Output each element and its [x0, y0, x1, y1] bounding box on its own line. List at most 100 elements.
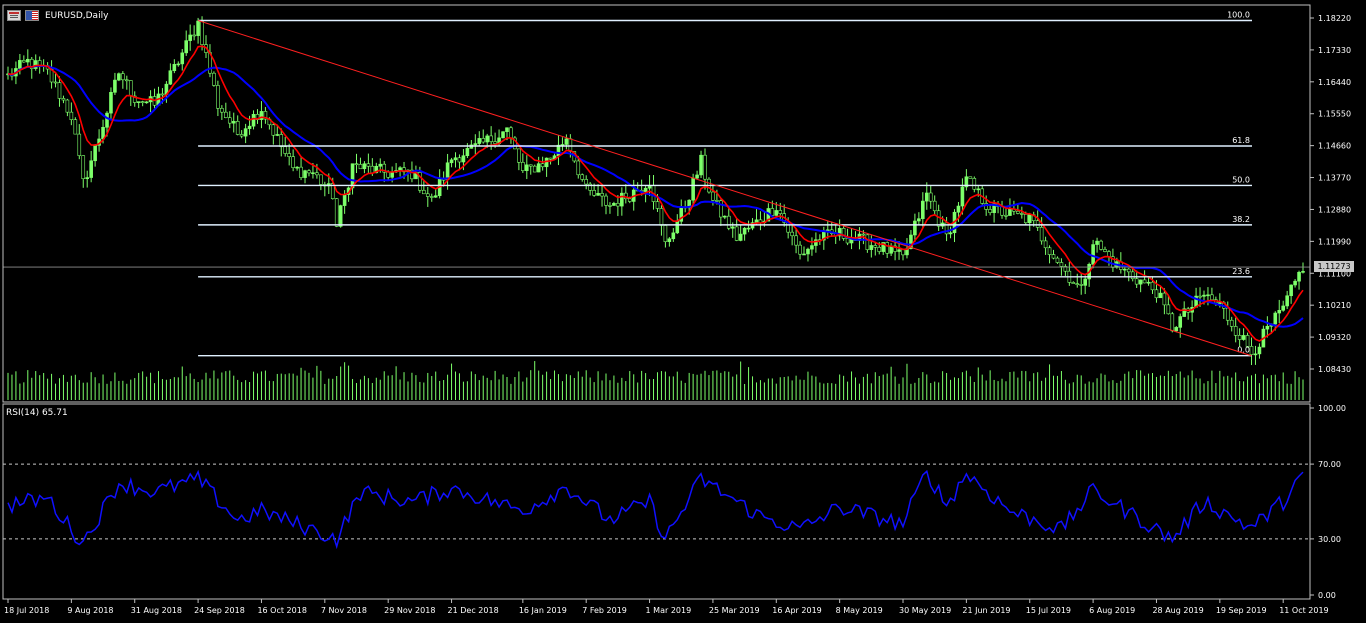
- candle[interactable]: [932, 195, 937, 216]
- candle[interactable]: [667, 237, 672, 247]
- candle[interactable]: [33, 54, 38, 71]
- candle[interactable]: [556, 135, 561, 166]
- candle[interactable]: [521, 153, 525, 173]
- candle[interactable]: [176, 61, 181, 67]
- candle[interactable]: [794, 228, 798, 254]
- candle[interactable]: [560, 137, 565, 151]
- candle[interactable]: [93, 144, 97, 167]
- candle[interactable]: [303, 169, 307, 184]
- candle[interactable]: [136, 101, 141, 109]
- candle[interactable]: [117, 72, 121, 82]
- candle[interactable]: [988, 204, 992, 216]
- candle[interactable]: [972, 176, 977, 193]
- candle[interactable]: [620, 187, 624, 216]
- candle[interactable]: [144, 101, 149, 104]
- candle[interactable]: [1083, 275, 1087, 295]
- candle[interactable]: [271, 123, 276, 145]
- candle[interactable]: [85, 170, 90, 188]
- candle[interactable]: [746, 220, 751, 233]
- candle[interactable]: [307, 169, 311, 177]
- candle[interactable]: [544, 157, 549, 177]
- candle[interactable]: [1130, 268, 1135, 282]
- candle[interactable]: [287, 143, 291, 166]
- candle[interactable]: [1055, 256, 1060, 264]
- rsi-line[interactable]: [7, 469, 1304, 550]
- candle[interactable]: [445, 153, 450, 190]
- candle[interactable]: [263, 107, 268, 124]
- candle[interactable]: [1281, 300, 1285, 312]
- candle[interactable]: [453, 152, 458, 168]
- candle[interactable]: [1178, 313, 1183, 338]
- candle[interactable]: [113, 72, 117, 95]
- candle[interactable]: [227, 111, 232, 129]
- candle[interactable]: [517, 148, 521, 171]
- candle[interactable]: [928, 185, 933, 209]
- candle[interactable]: [564, 134, 569, 150]
- candle[interactable]: [180, 48, 185, 71]
- candle[interactable]: [1253, 345, 1258, 365]
- candle[interactable]: [1138, 279, 1143, 293]
- candle[interactable]: [1190, 300, 1194, 322]
- candle[interactable]: [152, 88, 157, 109]
- candle[interactable]: [1111, 248, 1115, 272]
- trend-line[interactable]: [197, 20, 1252, 357]
- candle[interactable]: [425, 187, 430, 207]
- candle[interactable]: [1122, 267, 1127, 277]
- candle[interactable]: [235, 115, 240, 136]
- candle[interactable]: [1012, 200, 1016, 216]
- candle[interactable]: [1261, 325, 1266, 348]
- candle[interactable]: [1087, 262, 1091, 287]
- candle[interactable]: [65, 98, 70, 117]
- candle[interactable]: [255, 109, 260, 124]
- candle[interactable]: [259, 101, 264, 129]
- candle[interactable]: [319, 174, 323, 191]
- candle[interactable]: [1047, 245, 1052, 264]
- candle[interactable]: [968, 176, 973, 179]
- candle[interactable]: [477, 131, 482, 147]
- candle[interactable]: [501, 131, 505, 139]
- candle[interactable]: [128, 80, 133, 106]
- candle[interactable]: [422, 180, 426, 195]
- candle[interactable]: [97, 129, 101, 152]
- candle[interactable]: [251, 110, 256, 130]
- candle[interactable]: [481, 129, 486, 144]
- candle[interactable]: [22, 55, 26, 63]
- candle[interactable]: [695, 170, 699, 180]
- candle[interactable]: [366, 153, 371, 174]
- candle[interactable]: [679, 199, 684, 225]
- candle[interactable]: [334, 198, 339, 228]
- candle[interactable]: [299, 156, 303, 181]
- candle[interactable]: [1170, 311, 1175, 333]
- candle[interactable]: [192, 25, 196, 41]
- candle[interactable]: [924, 182, 929, 210]
- candle[interactable]: [437, 169, 442, 199]
- candle[interactable]: [913, 213, 917, 242]
- candle[interactable]: [26, 49, 30, 66]
- candle[interactable]: [699, 150, 703, 179]
- candle[interactable]: [61, 95, 66, 104]
- candle[interactable]: [841, 225, 846, 241]
- candle[interactable]: [623, 184, 628, 204]
- candle[interactable]: [283, 136, 288, 157]
- candle[interactable]: [243, 123, 248, 144]
- candle[interactable]: [1233, 317, 1238, 343]
- candle[interactable]: [528, 164, 533, 175]
- candle[interactable]: [536, 156, 541, 173]
- candle[interactable]: [675, 214, 680, 235]
- candle[interactable]: [168, 63, 173, 85]
- candle[interactable]: [1099, 239, 1103, 251]
- candle[interactable]: [132, 91, 137, 107]
- candle[interactable]: [1075, 273, 1080, 288]
- candle[interactable]: [1186, 306, 1190, 320]
- candle[interactable]: [901, 248, 905, 261]
- candle[interactable]: [584, 175, 588, 190]
- candle[interactable]: [429, 193, 434, 202]
- candle[interactable]: [703, 148, 707, 190]
- candle[interactable]: [1249, 337, 1254, 366]
- candle[interactable]: [1289, 284, 1293, 304]
- candle[interactable]: [231, 112, 236, 133]
- candle[interactable]: [73, 117, 78, 135]
- candle[interactable]: [659, 205, 664, 236]
- candle[interactable]: [948, 226, 953, 239]
- candle[interactable]: [671, 228, 676, 242]
